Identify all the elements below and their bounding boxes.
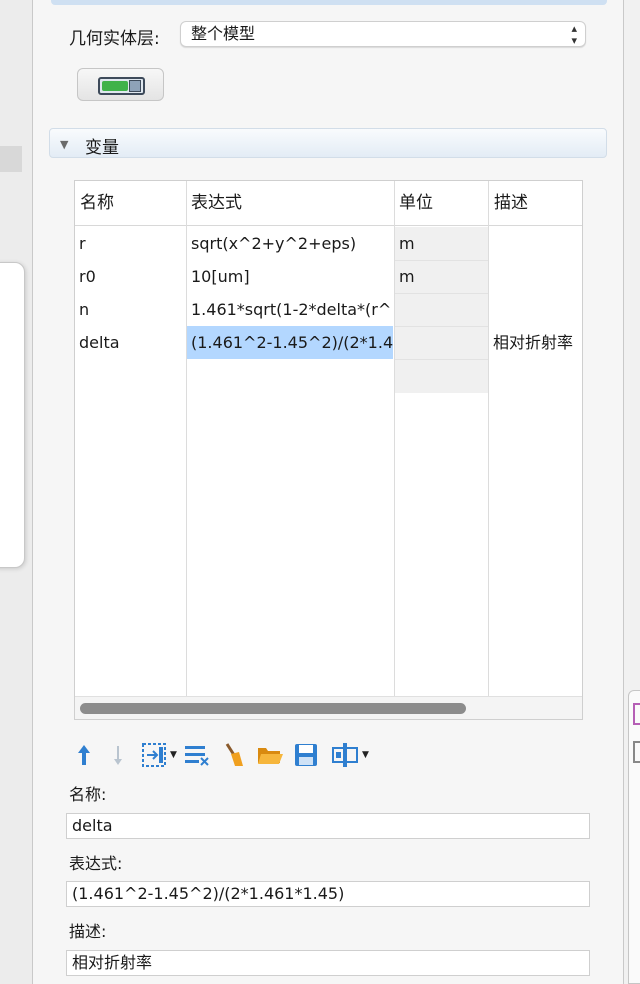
background-selected-strip bbox=[0, 146, 22, 172]
variables-section-header[interactable]: ▼ 变量 bbox=[49, 128, 607, 158]
side-panel-icon[interactable] bbox=[633, 703, 640, 725]
table-row-name[interactable]: r0 bbox=[75, 260, 185, 293]
column-header-name[interactable]: 名称 bbox=[75, 181, 186, 226]
top-section-edge bbox=[51, 0, 607, 5]
table-row-expression[interactable]: 1.461*sqrt(1-2*delta*(r^ bbox=[187, 293, 393, 326]
table-row-unit bbox=[395, 293, 488, 326]
open-folder-icon[interactable] bbox=[253, 740, 287, 770]
column-header-description[interactable]: 描述 bbox=[489, 181, 582, 226]
clear-table-icon[interactable] bbox=[181, 740, 213, 770]
description-field[interactable]: 相对折射率 bbox=[66, 950, 590, 976]
table-row-expression-selected[interactable]: (1.461^2-1.45^2)/(2*1.46 bbox=[187, 326, 393, 359]
table-row-name[interactable]: n bbox=[75, 293, 185, 326]
name-label: 名称: bbox=[69, 785, 107, 804]
save-icon[interactable] bbox=[289, 740, 323, 770]
move-down-icon[interactable] bbox=[107, 740, 129, 770]
table-row-description[interactable]: 相对折射率 bbox=[489, 326, 582, 359]
select-arrows-icon: ▴ ▾ bbox=[571, 22, 577, 47]
collapse-triangle-icon[interactable]: ▼ bbox=[60, 138, 68, 151]
description-label: 描述: bbox=[69, 922, 107, 941]
geometry-entity-value: 整个模型 bbox=[191, 24, 256, 43]
table-row-unit: m bbox=[399, 267, 415, 286]
right-side-panel bbox=[628, 690, 640, 984]
geometry-entity-label: 几何实体层: bbox=[69, 29, 160, 49]
settings-panel: 几何实体层: 整个模型 ▴ ▾ ▼ 变量 名称 表达式 单位 描述 r sqrt(… bbox=[32, 0, 624, 984]
table-row-unit bbox=[395, 326, 488, 359]
insert-dropdown-icon[interactable]: ▼ bbox=[170, 750, 177, 760]
table-row-expression[interactable]: sqrt(x^2+y^2+eps) bbox=[187, 227, 393, 260]
table-row-description[interactable] bbox=[489, 260, 582, 293]
geometry-entity-select[interactable]: 整个模型 ▴ ▾ bbox=[180, 21, 586, 47]
table-row-expression[interactable]: 10[um] bbox=[187, 260, 393, 293]
table-row-name[interactable]: r bbox=[75, 227, 185, 260]
scrollbar-thumb[interactable] bbox=[80, 703, 466, 714]
background-popup bbox=[0, 262, 25, 568]
column-options-icon[interactable]: ▼ bbox=[327, 740, 373, 770]
broom-icon[interactable] bbox=[217, 740, 249, 770]
insert-icon[interactable]: ▼ bbox=[139, 740, 179, 770]
toggle-switch-icon bbox=[98, 77, 145, 95]
table-horizontal-scrollbar[interactable] bbox=[75, 696, 582, 719]
table-row-name[interactable]: delta bbox=[75, 326, 185, 359]
column-header-expression[interactable]: 表达式 bbox=[186, 181, 394, 226]
active-toggle-button[interactable] bbox=[77, 68, 164, 101]
variables-table: 名称 表达式 单位 描述 r sqrt(x^2+y^2+eps) m r0 10… bbox=[74, 180, 583, 720]
expression-field[interactable]: (1.461^2-1.45^2)/(2*1.461*1.45) bbox=[66, 881, 590, 907]
expression-label: 表达式: bbox=[69, 854, 123, 873]
table-row-description[interactable] bbox=[489, 227, 582, 260]
side-panel-icon[interactable] bbox=[633, 741, 640, 763]
name-field[interactable]: delta bbox=[66, 813, 590, 839]
move-up-icon[interactable] bbox=[73, 740, 95, 770]
table-row-description[interactable] bbox=[489, 293, 582, 326]
variables-section-title: 变量 bbox=[85, 138, 119, 158]
table-row-unit: m bbox=[399, 234, 415, 253]
column-options-dropdown-icon[interactable]: ▼ bbox=[362, 750, 369, 760]
column-header-unit[interactable]: 单位 bbox=[394, 181, 489, 226]
